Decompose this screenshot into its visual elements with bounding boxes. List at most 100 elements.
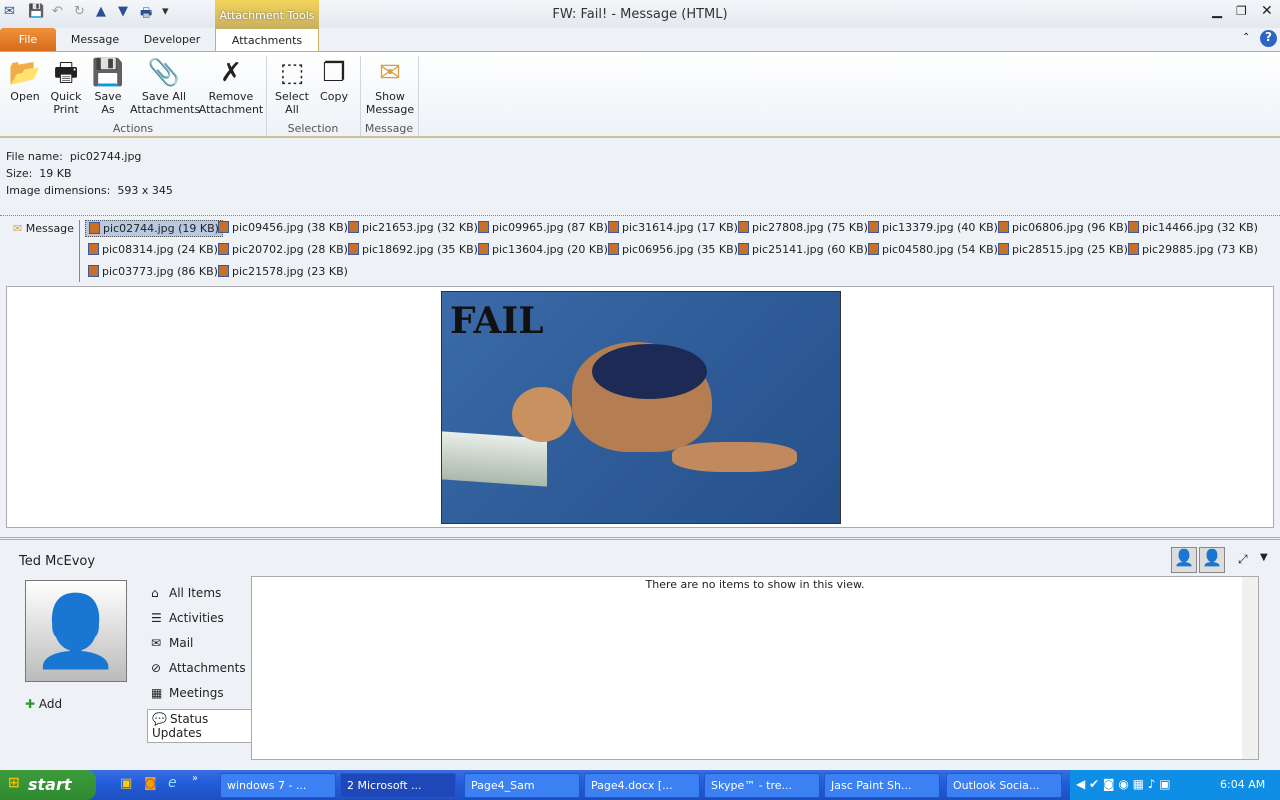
expand-icon[interactable]: ⤢: [1238, 552, 1248, 567]
attachment-item[interactable]: pic06806.jpg (96 KB): [995, 220, 1131, 235]
scrollbar[interactable]: [1242, 577, 1258, 759]
nav-item-meetings[interactable]: ▦ Meetings: [147, 684, 228, 702]
home-icon: ⌂: [151, 586, 159, 600]
remove-attachment-button[interactable]: ✗ Remove Attachment: [198, 56, 264, 116]
diver-head: [512, 387, 572, 442]
save-as-icon: 💾: [91, 58, 125, 88]
copy-button[interactable]: ❐ Copy: [314, 56, 354, 103]
taskbar-button[interactable]: Skype™ - tre...: [704, 773, 820, 798]
attachment-item[interactable]: pic02744.jpg (19 KB): [85, 220, 223, 237]
people-items-list: There are no items to show in this view.: [251, 576, 1259, 760]
nav-item-activities[interactable]: ☰ Activities: [147, 609, 228, 627]
outlook-icon[interactable]: ◙: [144, 776, 157, 791]
nav-item-status-updates[interactable]: 💬 Status Updates: [147, 709, 252, 743]
attachment-item[interactable]: pic14466.jpg (32 KB): [1125, 220, 1261, 235]
taskbar-button[interactable]: Page4_Sam: [464, 773, 580, 798]
close-icon[interactable]: ✕: [1261, 3, 1273, 19]
attachment-item[interactable]: pic25141.jpg (60 KB): [735, 242, 871, 257]
image-caption: FAIL: [450, 300, 544, 342]
nav-item-mail[interactable]: ✉ Mail: [147, 634, 197, 652]
attachment-item[interactable]: pic09456.jpg (38 KB): [215, 220, 351, 235]
divider: [418, 56, 419, 136]
attachment-item[interactable]: pic27808.jpg (75 KB): [735, 220, 871, 235]
jpg-file-icon: [348, 221, 359, 233]
save-as-button[interactable]: 💾 Save As: [88, 56, 128, 116]
attachment-item[interactable]: pic21653.jpg (32 KB): [345, 220, 481, 235]
nav-item-attachments[interactable]: ⊘ Attachments: [147, 659, 250, 677]
internet-explorer-icon[interactable]: e: [168, 775, 177, 791]
jpg-file-icon: [478, 243, 489, 255]
attachment-item[interactable]: pic29885.jpg (73 KB): [1125, 242, 1261, 257]
tray-icons[interactable]: ◀ ✔ ◙ ◉ ▦ ♪ ▣: [1076, 777, 1171, 791]
jpg-file-icon: [89, 222, 100, 234]
attachment-item[interactable]: pic21578.jpg (23 KB): [215, 264, 351, 279]
person-icon[interactable]: 👤: [1199, 547, 1225, 573]
diver-legs: [672, 442, 797, 472]
calendar-icon: ▦: [151, 686, 163, 700]
group-selection-label: Selection: [287, 122, 339, 135]
message-link[interactable]: ✉ Message: [10, 221, 77, 236]
mail-icon: ✉: [151, 636, 162, 650]
taskbar-button[interactable]: Page4.docx [...: [584, 773, 700, 798]
attachment-item[interactable]: pic13604.jpg (20 KB): [475, 242, 611, 257]
empty-message: There are no items to show in this view.: [645, 578, 865, 591]
window-title: FW: Fail! - Message (HTML): [552, 7, 728, 22]
taskbar-button[interactable]: Outlook Socia...: [946, 773, 1062, 798]
save-all-attachments-button[interactable]: 📎 Save All Attachments: [130, 56, 200, 116]
copy-icon: ❐: [322, 58, 346, 88]
remove-x-icon: ✗: [220, 58, 242, 88]
clock: 6:04 AM: [1220, 778, 1266, 791]
more-chevron-icon[interactable]: »: [192, 773, 198, 784]
jpg-file-icon: [218, 243, 229, 255]
attachment-item[interactable]: pic20702.jpg (28 KB): [215, 242, 351, 257]
jpg-file-icon: [348, 243, 359, 255]
attachment-item[interactable]: pic04580.jpg (54 KB): [865, 242, 1001, 257]
tab-attachments[interactable]: Attachments: [215, 28, 319, 51]
help-icon[interactable]: ?: [1260, 30, 1277, 47]
attachment-item[interactable]: pic06956.jpg (35 KB): [605, 242, 741, 257]
attachment-item[interactable]: pic09965.jpg (87 KB): [475, 220, 611, 235]
jpg-file-icon: [868, 243, 879, 255]
title-bar: ✉ 💾 ↶ ↻ ▲ ▼ 🖶 ▾ FW: Fail! - Message (HTM…: [0, 0, 1280, 47]
taskbar-button[interactable]: Jasc Paint Sh...: [824, 773, 940, 798]
add-button[interactable]: ✚ Add: [25, 697, 62, 711]
tab-message[interactable]: Message: [60, 28, 130, 51]
file-name: pic02744.jpg: [69, 150, 142, 163]
attachment-preview: FAIL: [6, 286, 1274, 528]
minimize-icon[interactable]: ▁: [1212, 4, 1222, 19]
folder-open-icon: 📂: [8, 58, 42, 88]
open-button[interactable]: 📂 Open: [4, 56, 46, 103]
quick-print-button[interactable]: 🖶 Quick Print: [46, 56, 86, 116]
chevron-down-icon[interactable]: ▼: [1260, 552, 1268, 563]
jpg-file-icon: [1128, 243, 1139, 255]
attachment-item[interactable]: pic13379.jpg (40 KB): [865, 220, 1001, 235]
attachment-item[interactable]: pic03773.jpg (86 KB): [85, 264, 221, 279]
group-message-label: Message: [364, 122, 414, 135]
printer-icon: 🖶: [53, 58, 79, 88]
taskbar-button[interactable]: windows 7 - ...: [220, 773, 336, 798]
jpg-file-icon: [88, 243, 99, 255]
save-all-icon: 📎: [147, 58, 181, 88]
jpg-file-icon: [608, 221, 619, 233]
show-message-button[interactable]: ✉ Show Message: [362, 56, 418, 116]
jpg-file-icon: [738, 221, 749, 233]
attachment-item[interactable]: pic31614.jpg (17 KB): [605, 220, 741, 235]
tab-developer[interactable]: Developer: [136, 28, 208, 51]
taskbar: ⊞ start ▣ ◙ e » windows 7 - ... 2 Microsof…: [0, 770, 1280, 800]
attachment-item[interactable]: pic08314.jpg (24 KB): [85, 242, 221, 257]
restore-icon[interactable]: ❐: [1236, 4, 1247, 18]
nav-item-all-items[interactable]: ⌂ All Items: [147, 584, 225, 602]
image-dimensions: 593 x 345: [117, 184, 173, 197]
show-desktop-icon[interactable]: ▣: [120, 776, 132, 791]
select-all-button[interactable]: ⬚ Select All: [272, 56, 312, 116]
attachment-item[interactable]: pic28515.jpg (25 KB): [995, 242, 1131, 257]
attachment-item[interactable]: pic18692.jpg (35 KB): [345, 242, 481, 257]
jpg-file-icon: [998, 243, 1009, 255]
tab-file[interactable]: File: [0, 28, 56, 51]
taskbar-button[interactable]: 2 Microsoft ...: [340, 773, 456, 798]
envelope-icon: ✉: [379, 58, 401, 88]
person-icon[interactable]: 👤: [1171, 547, 1197, 573]
jpg-file-icon: [608, 243, 619, 255]
collapse-ribbon-icon[interactable]: ⌃: [1242, 32, 1250, 43]
start-button[interactable]: ⊞ start: [0, 770, 96, 800]
